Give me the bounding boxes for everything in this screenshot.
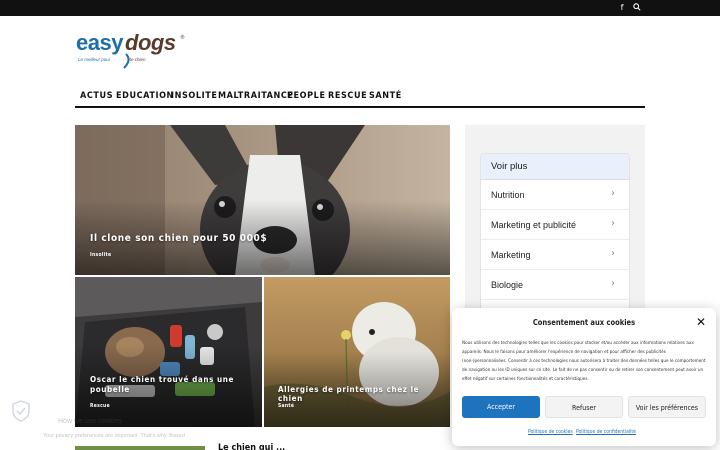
see-more-item-marketing-publicite[interactable]: Marketing et publicité ›: [481, 210, 629, 240]
nav-item-sante[interactable]: SANTÉ: [369, 91, 402, 101]
chevron-right-icon: ›: [611, 278, 615, 289]
sidebar-ad-widget: Voir plus Nutrition › Marketing et publi…: [465, 125, 645, 315]
search-icon[interactable]: [632, 3, 642, 13]
refuse-button[interactable]: Refuser: [545, 396, 623, 418]
nav-item-education[interactable]: EDUCATION: [116, 91, 174, 101]
featured-right-title[interactable]: Allergies de printemps chez le chien: [278, 385, 443, 403]
shield-icon[interactable]: [12, 400, 30, 422]
preferences-button[interactable]: Voir les préférences: [628, 396, 706, 418]
dog-photo-main: [75, 125, 450, 275]
chevron-right-icon: ›: [611, 188, 615, 199]
privacy-widget-text: Your privacy preferences are important. …: [43, 433, 185, 439]
svg-text:dogs: dogs: [125, 30, 176, 55]
nav-item-maltraitance[interactable]: MALTRAITANCE: [218, 91, 294, 101]
cookie-policy-link[interactable]: Politique de cookies: [528, 429, 573, 435]
chevron-right-icon: ›: [611, 248, 615, 259]
nav-item-rescue[interactable]: RESCUE: [328, 91, 367, 101]
article-title-partial[interactable]: Le chien qui ...: [218, 443, 438, 450]
svg-text:Le meilleur pour: Le meilleur pour: [78, 57, 111, 62]
privacy-widget-faded: How we use cookies Your privacy preferen…: [10, 398, 200, 450]
featured-right-category[interactable]: Santé: [278, 403, 294, 409]
privacy-widget-title: How we use cookies: [58, 418, 122, 425]
cookie-dialog-title: Consentement aux cookies: [532, 318, 636, 327]
site-logo[interactable]: easy dogs ® Le meilleur pour le chien: [76, 28, 196, 70]
svg-text:le chien: le chien: [130, 57, 146, 62]
svg-text:®: ®: [180, 34, 185, 41]
see-more-item-nutrition[interactable]: Nutrition ›: [481, 180, 629, 210]
see-more-item-marketing[interactable]: Marketing ›: [481, 240, 629, 270]
see-more-item-label: Marketing: [491, 250, 531, 260]
cookie-consent-dialog: Consentement aux cookies ✕ Nous utilison…: [452, 308, 716, 446]
see-more-item-label: Biologie: [491, 280, 524, 290]
featured-left-title[interactable]: Oscar le chien trouvé dans une poubelle: [90, 375, 240, 395]
see-more-box: Voir plus Nutrition › Marketing et publi…: [480, 153, 630, 313]
nav-item-insolite[interactable]: INSOLITE: [171, 91, 218, 101]
see-more-item-label: Marketing et publicité: [491, 220, 577, 230]
see-more-heading: Voir plus: [481, 154, 629, 180]
nav-item-people[interactable]: PEOPLE: [287, 91, 326, 101]
nav-item-actus[interactable]: ACTUS: [80, 91, 113, 101]
featured-main-title[interactable]: Il clone son chien pour 50 000$: [90, 233, 267, 244]
featured-article-main[interactable]: Il clone son chien pour 50 000$ Insolite: [75, 125, 450, 275]
chevron-right-icon: ›: [611, 218, 615, 229]
featured-main-category[interactable]: Insolite: [90, 252, 111, 258]
svg-text:easy: easy: [76, 30, 124, 55]
close-icon[interactable]: ✕: [696, 315, 706, 329]
featured-article-right[interactable]: Allergies de printemps chez le chien San…: [264, 277, 450, 427]
article-thumbnail[interactable]: [75, 446, 205, 450]
accept-button[interactable]: Accepter: [462, 396, 540, 418]
see-more-item-biologie[interactable]: Biologie ›: [481, 270, 629, 300]
main-nav: ACTUS EDUCATION INSOLITE MALTRAITANCE PE…: [75, 86, 645, 108]
top-bar: f: [0, 0, 720, 16]
see-more-item-label: Nutrition: [491, 190, 525, 200]
privacy-policy-link[interactable]: Politique de confidentialité: [576, 429, 636, 435]
facebook-icon[interactable]: f: [617, 3, 627, 13]
cookie-dialog-body: Nous utilisons des technologies telles q…: [462, 341, 706, 382]
